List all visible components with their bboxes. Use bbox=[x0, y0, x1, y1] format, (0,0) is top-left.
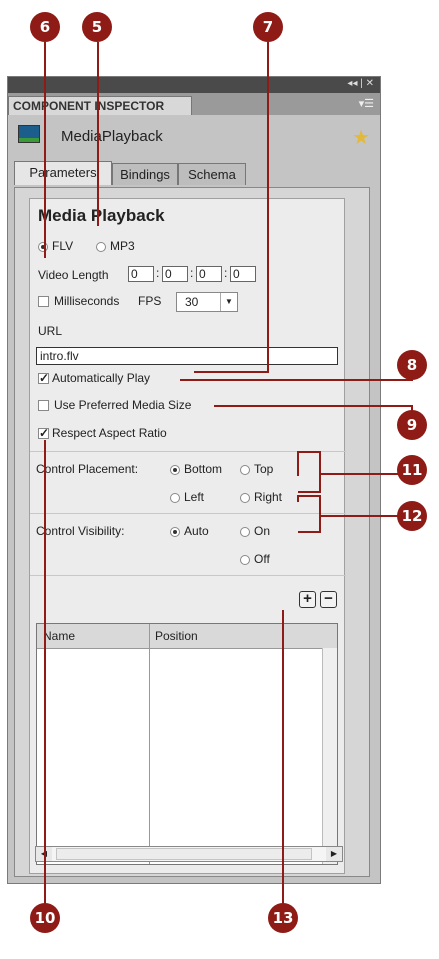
cue-points-grid[interactable]: Name Position bbox=[36, 623, 338, 865]
mp3-radio[interactable] bbox=[96, 242, 106, 252]
visibility-off-radio[interactable] bbox=[240, 555, 250, 565]
component-name: MediaPlayback bbox=[61, 128, 163, 145]
scroll-left-icon[interactable]: ◀ bbox=[36, 847, 52, 861]
visibility-on-label: On bbox=[254, 524, 271, 538]
url-label: URL bbox=[38, 324, 63, 338]
component-inspector-panel: ◂◂ | ✕ COMPONENT INSPECTOR ▾☰ MediaPlayb… bbox=[7, 76, 381, 884]
component-row: MediaPlayback ★ bbox=[8, 115, 380, 161]
collapse-close-icon[interactable]: ◂◂ | ✕ bbox=[347, 78, 374, 89]
chevron-down-icon[interactable]: ▼ bbox=[220, 293, 237, 311]
placement-left-radio[interactable] bbox=[170, 493, 180, 503]
form-heading: Media Playback bbox=[38, 206, 165, 225]
fps-select[interactable]: 30 ▼ bbox=[176, 292, 238, 312]
preferred-size-checkbox[interactable] bbox=[38, 400, 49, 411]
fps-value: 30 bbox=[185, 295, 199, 309]
callout-9: 9 bbox=[397, 410, 427, 440]
flv-radio[interactable] bbox=[38, 242, 48, 252]
video-length-seconds[interactable]: 0 bbox=[196, 266, 222, 282]
callout-7: 7 bbox=[253, 12, 283, 42]
placement-top-label: Top bbox=[254, 462, 274, 476]
visibility-auto-label: Auto bbox=[184, 524, 209, 538]
callout-12: 12 bbox=[397, 501, 427, 531]
time-separator: : bbox=[190, 266, 194, 280]
divider bbox=[30, 451, 346, 452]
divider bbox=[30, 513, 346, 514]
media-playback-form: Media Playback FLV MP3 Video Length 0 : … bbox=[29, 198, 346, 874]
visibility-off-label: Off bbox=[254, 552, 270, 566]
callout-13: 13 bbox=[268, 903, 298, 933]
scroll-thumb[interactable] bbox=[56, 848, 312, 860]
parameters-content: Media Playback FLV MP3 Video Length 0 : … bbox=[14, 187, 370, 877]
aspect-ratio-checkbox[interactable]: ✓ bbox=[38, 427, 49, 439]
placement-bottom-label: Bottom bbox=[184, 462, 223, 476]
control-placement-label: Control Placement: bbox=[36, 462, 139, 476]
scroll-right-icon[interactable]: ▶ bbox=[326, 847, 342, 861]
media-component-icon bbox=[18, 125, 40, 143]
tab-schema[interactable]: Schema bbox=[178, 163, 246, 185]
placement-right-radio[interactable] bbox=[240, 493, 250, 503]
callout-10: 10 bbox=[30, 903, 60, 933]
horizontal-scrollbar[interactable]: ◀ ▶ bbox=[35, 846, 343, 862]
url-input[interactable]: intro.flv bbox=[36, 347, 338, 365]
video-length-frames[interactable]: 0 bbox=[230, 266, 256, 282]
callout-5: 5 bbox=[82, 12, 112, 42]
tab-bindings[interactable]: Bindings bbox=[112, 163, 178, 185]
control-visibility-label: Control Visibility: bbox=[36, 524, 125, 538]
time-separator: : bbox=[156, 266, 160, 280]
callout-8: 8 bbox=[397, 350, 427, 380]
star-icon[interactable]: ★ bbox=[352, 125, 370, 150]
placement-top-radio[interactable] bbox=[240, 465, 250, 475]
placement-left-label: Left bbox=[184, 490, 205, 504]
column-position[interactable]: Position bbox=[149, 624, 325, 648]
placement-bottom-radio[interactable] bbox=[170, 465, 180, 475]
grid-header: Name Position bbox=[37, 624, 337, 649]
flv-label: FLV bbox=[52, 239, 74, 253]
milliseconds-label: Milliseconds bbox=[54, 294, 120, 308]
tab-parameters[interactable]: Parameters bbox=[14, 161, 112, 185]
grid-vertical-scrollbar[interactable] bbox=[322, 648, 337, 864]
visibility-auto-radio[interactable] bbox=[170, 527, 180, 537]
add-cue-point-button[interactable]: + bbox=[299, 591, 316, 608]
fps-label: FPS bbox=[138, 294, 162, 308]
milliseconds-checkbox[interactable] bbox=[38, 296, 49, 307]
placement-right-label: Right bbox=[254, 490, 283, 504]
panel-menu-icon[interactable]: ▾☰ bbox=[359, 97, 374, 110]
column-name[interactable]: Name bbox=[37, 624, 149, 648]
panel-tabbar: COMPONENT INSPECTOR ▾☰ bbox=[8, 93, 380, 115]
video-length-minutes[interactable]: 0 bbox=[162, 266, 188, 282]
remove-cue-point-button[interactable]: − bbox=[320, 591, 337, 608]
column-divider bbox=[149, 624, 150, 864]
auto-play-checkbox[interactable]: ✓ bbox=[38, 372, 49, 384]
video-length-label: Video Length bbox=[38, 268, 109, 282]
preferred-size-label: Use Preferred Media Size bbox=[54, 398, 192, 412]
visibility-on-radio[interactable] bbox=[240, 527, 250, 537]
time-separator: : bbox=[224, 266, 228, 280]
tab-component-inspector[interactable]: COMPONENT INSPECTOR bbox=[8, 96, 192, 115]
panel-top-strip: ◂◂ | ✕ bbox=[8, 77, 380, 93]
aspect-ratio-label: Respect Aspect Ratio bbox=[52, 426, 167, 440]
callout-6: 6 bbox=[30, 12, 60, 42]
auto-play-label: Automatically Play bbox=[52, 371, 151, 385]
video-length-hours[interactable]: 0 bbox=[128, 266, 154, 282]
callout-11: 11 bbox=[397, 455, 427, 485]
divider bbox=[30, 575, 346, 576]
mp3-label: MP3 bbox=[110, 239, 135, 253]
